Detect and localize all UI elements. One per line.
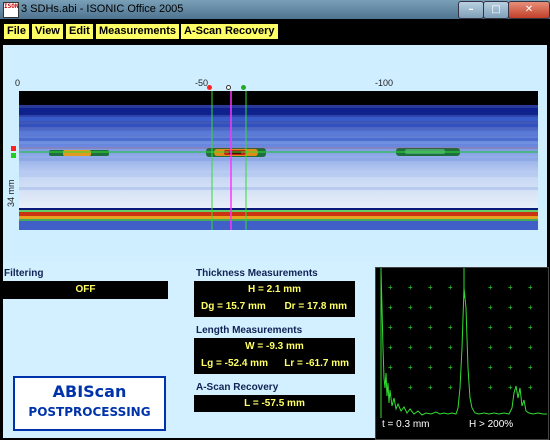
red-cursor-handle[interactable] [207, 85, 212, 90]
svg-text:+: + [408, 323, 413, 332]
svg-text:+: + [388, 283, 393, 292]
svg-text:+: + [408, 383, 413, 392]
abiscan-logo: ABIScan POSTPROCESSING [13, 376, 166, 431]
svg-text:+: + [408, 283, 413, 292]
svg-text:+: + [388, 303, 393, 312]
svg-text:+: + [488, 283, 493, 292]
menu-ascan-recovery[interactable]: A-Scan Recovery [181, 24, 278, 39]
svg-text:+: + [508, 323, 513, 332]
length-lr: Lr = -61.7 mm [284, 358, 349, 369]
svg-text:+: + [428, 303, 433, 312]
logo-subtitle: POSTPROCESSING [28, 405, 151, 419]
svg-text:+: + [448, 283, 453, 292]
svg-text:+: + [448, 363, 453, 372]
svg-text:+: + [388, 323, 393, 332]
svg-text:+: + [508, 283, 513, 292]
svg-text:+: + [488, 303, 493, 312]
red-level-marker[interactable] [11, 146, 16, 151]
menu-edit[interactable]: Edit [66, 24, 93, 39]
ascan-recovery-title: A-Scan Recovery [196, 382, 279, 393]
svg-text:+: + [428, 363, 433, 372]
menu-view[interactable]: View [32, 24, 63, 39]
svg-text:+: + [528, 383, 533, 392]
minimize-button[interactable]: – [458, 1, 484, 19]
svg-text:+: + [408, 343, 413, 352]
close-button[interactable]: ✕ [508, 1, 550, 19]
bscan-panel[interactable]: 0 -50 -100 34 mm [3, 45, 547, 262]
length-w: W = -9.3 mm [245, 341, 304, 352]
svg-text:+: + [428, 283, 433, 292]
ascan-display[interactable]: + + + + + + + + + + + + + + + + + + + + + + + + + + + + + + + + + + +… [375, 267, 549, 440]
svg-text:+: + [488, 383, 493, 392]
menu-measurements[interactable]: Measurements [96, 24, 180, 39]
svg-text:+: + [488, 323, 493, 332]
svg-text:+: + [508, 383, 513, 392]
thickness-dg: Dg = 15.7 mm [201, 301, 266, 312]
measurement-panel: Filtering OFF Thickness Measurements H =… [3, 262, 549, 440]
svg-text:+: + [448, 343, 453, 352]
maximize-button[interactable]: □ [483, 1, 509, 19]
svg-text:+: + [528, 343, 533, 352]
magenta-cursor-handle[interactable] [226, 85, 231, 90]
svg-text:+: + [508, 343, 513, 352]
window-title: 3 SDHs.abi - ISONIC Office 2005 [21, 3, 184, 15]
svg-text:+: + [408, 303, 413, 312]
depth-axis-label: 34 mm [6, 179, 16, 207]
svg-text:+: + [388, 363, 393, 372]
length-box: W = -9.3 mm Lg = -52.4 mm Lr = -61.7 mm [194, 338, 355, 374]
menu-file[interactable]: File [4, 24, 29, 39]
tick-label-minus100: -100 [375, 78, 394, 88]
svg-text:+: + [508, 303, 513, 312]
filtering-label: Filtering [4, 268, 44, 279]
title-bar[interactable]: ISONIC 3 SDHs.abi - ISONIC Office 2005 –… [0, 0, 550, 19]
ascan-trace: + + + + + + + + + + + + + + + + + + + + + + + + + + + + + + + + + + +… [380, 268, 547, 418]
svg-text:+: + [528, 283, 533, 292]
svg-text:+: + [488, 343, 493, 352]
green-cursor-handle[interactable] [241, 85, 246, 90]
svg-text:+: + [388, 343, 393, 352]
menu-bar: File View Edit Measurements A-Scan Recov… [0, 19, 550, 44]
svg-text:+: + [448, 383, 453, 392]
svg-text:+: + [428, 343, 433, 352]
svg-text:+: + [428, 323, 433, 332]
thickness-dr: Dr = 17.8 mm [284, 301, 347, 312]
svg-text:+: + [528, 363, 533, 372]
svg-text:+: + [428, 383, 433, 392]
app-icon: ISONIC [3, 2, 19, 18]
svg-text:+: + [408, 363, 413, 372]
thickness-title: Thickness Measurements [196, 268, 318, 279]
svg-text:+: + [508, 363, 513, 372]
length-lg: Lg = -52.4 mm [201, 358, 268, 369]
svg-text:+: + [528, 323, 533, 332]
filtering-toggle[interactable]: OFF [3, 281, 168, 299]
length-title: Length Measurements [196, 325, 303, 336]
tick-label-0: 0 [15, 78, 21, 88]
ascan-t-readout: t = 0.3 mm [382, 419, 430, 430]
svg-text:+: + [528, 303, 533, 312]
logo-title: ABIScan [52, 382, 127, 401]
bscan-image[interactable] [19, 91, 538, 230]
svg-text:+: + [488, 363, 493, 372]
thickness-h: H = 2.1 mm [247, 284, 302, 295]
ascan-recovery-value: L = -57.5 mm [194, 395, 355, 412]
green-level-marker[interactable] [11, 153, 16, 158]
thickness-box: H = 2.1 mm Dg = 15.7 mm Dr = 17.8 mm [194, 281, 355, 317]
svg-text:+: + [448, 323, 453, 332]
ascan-h-readout: H > 200% [469, 419, 514, 430]
